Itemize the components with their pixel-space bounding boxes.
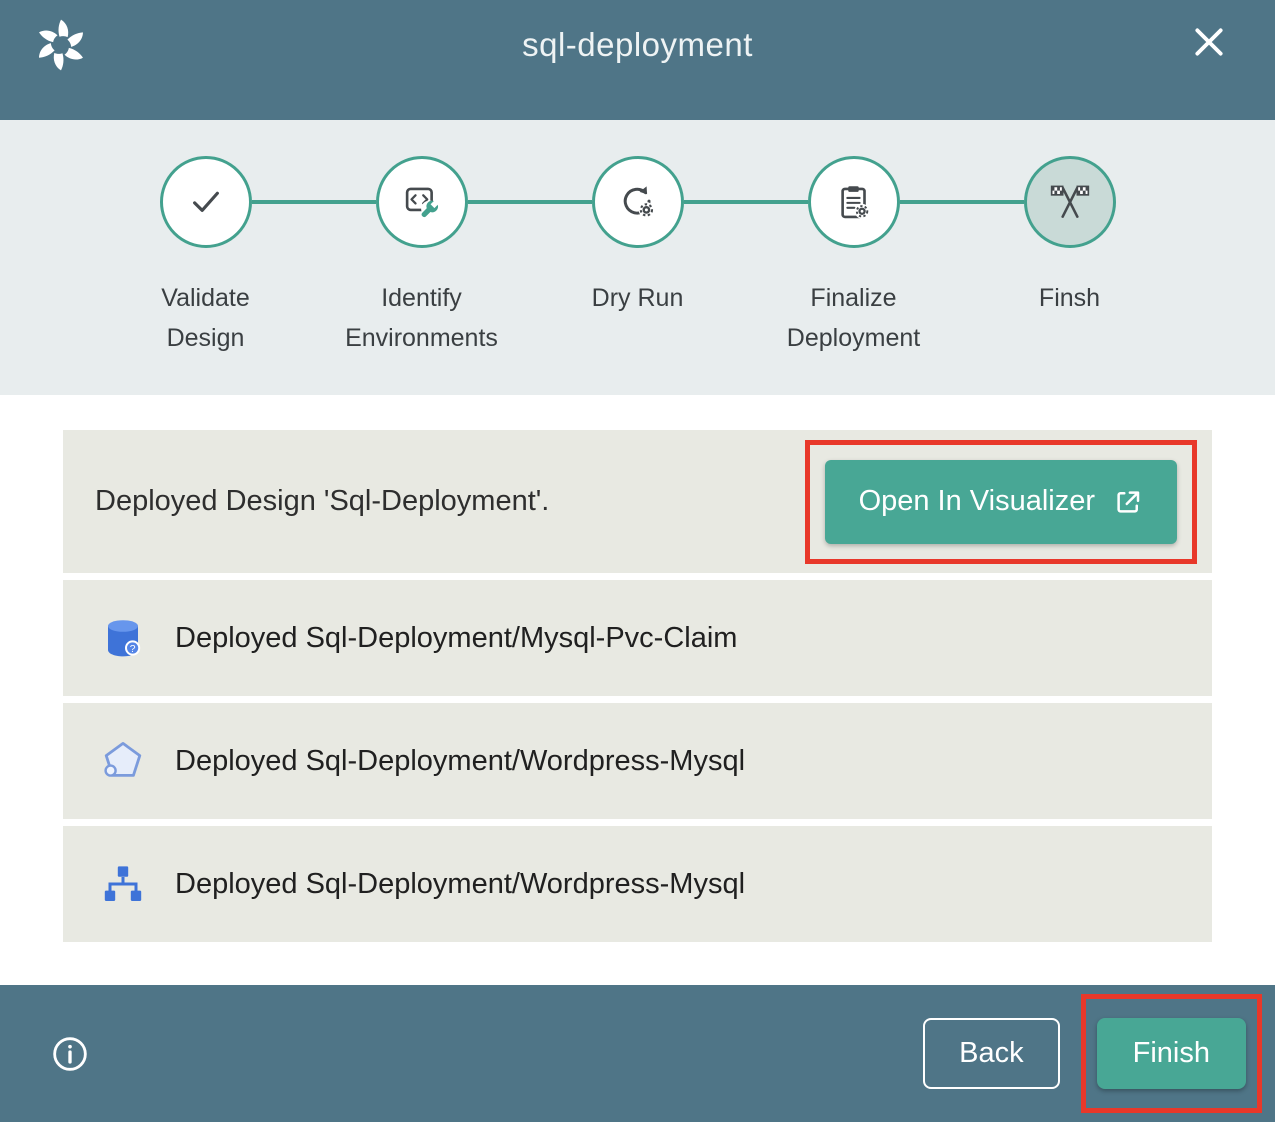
deployed-item-row: Deployed Sql-Deployment/Wordpress-Mysql bbox=[63, 703, 1212, 819]
deployed-item-row: Deployed Sql-Deployment/Wordpress-Mysql bbox=[63, 826, 1212, 942]
check-icon bbox=[185, 181, 227, 223]
pentagon-icon bbox=[99, 737, 147, 785]
open-in-visualizer-button[interactable]: Open In Visualizer bbox=[825, 460, 1177, 544]
external-link-icon bbox=[1113, 487, 1143, 517]
deployed-item-row: ? Deployed Sql-Deployment/Mysql-Pvc-Clai… bbox=[63, 580, 1212, 696]
close-icon[interactable] bbox=[1189, 22, 1229, 62]
dialog-footer: Back Finish bbox=[0, 985, 1275, 1122]
dialog-title: sql-deployment bbox=[0, 26, 1275, 64]
finish-button[interactable]: Finish bbox=[1097, 1018, 1246, 1089]
deployed-design-row: Deployed Design 'Sql-Deployment'. Open I… bbox=[63, 430, 1212, 573]
deployed-design-message: Deployed Design 'Sql-Deployment'. bbox=[95, 485, 549, 518]
step-identify-environments: Identify Environments bbox=[314, 156, 530, 358]
step-label: Dry Run bbox=[592, 278, 684, 318]
step-circle bbox=[808, 156, 900, 248]
code-wrench-icon bbox=[401, 181, 443, 223]
step-finalize-deployment: Finalize Deployment bbox=[746, 156, 962, 358]
wizard-stepper: Validate Design Identify Environments bbox=[0, 120, 1275, 395]
sync-gear-icon bbox=[617, 181, 659, 223]
step-label: Validate Design bbox=[161, 278, 250, 358]
step-validate-design: Validate Design bbox=[98, 156, 314, 358]
step-label: Finsh bbox=[1039, 278, 1100, 318]
deployed-item-text: Deployed Sql-Deployment/Mysql-Pvc-Claim bbox=[175, 622, 737, 655]
checkered-flags-icon bbox=[1048, 180, 1092, 224]
step-dry-run: Dry Run bbox=[530, 156, 746, 358]
highlight-box-finish: Finish bbox=[1081, 994, 1262, 1113]
svg-text:?: ? bbox=[130, 644, 136, 655]
clipboard-gear-icon bbox=[833, 181, 875, 223]
visualizer-button-label: Open In Visualizer bbox=[859, 485, 1095, 518]
step-finish: Finsh bbox=[962, 156, 1178, 358]
hierarchy-icon bbox=[99, 860, 147, 908]
deployed-item-text: Deployed Sql-Deployment/Wordpress-Mysql bbox=[175, 745, 745, 778]
info-icon[interactable] bbox=[50, 1034, 90, 1074]
deployment-results: Deployed Design 'Sql-Deployment'. Open I… bbox=[0, 395, 1275, 985]
step-circle bbox=[376, 156, 468, 248]
step-circle bbox=[592, 156, 684, 248]
database-icon: ? bbox=[99, 614, 147, 662]
deployed-item-text: Deployed Sql-Deployment/Wordpress-Mysql bbox=[175, 868, 745, 901]
step-circle bbox=[160, 156, 252, 248]
step-label: Identify Environments bbox=[345, 278, 498, 358]
highlight-box-visualizer: Open In Visualizer bbox=[805, 440, 1197, 564]
back-button[interactable]: Back bbox=[923, 1018, 1059, 1089]
step-label: Finalize Deployment bbox=[787, 278, 920, 358]
step-circle bbox=[1024, 156, 1116, 248]
dialog-header: sql-deployment bbox=[0, 0, 1275, 120]
